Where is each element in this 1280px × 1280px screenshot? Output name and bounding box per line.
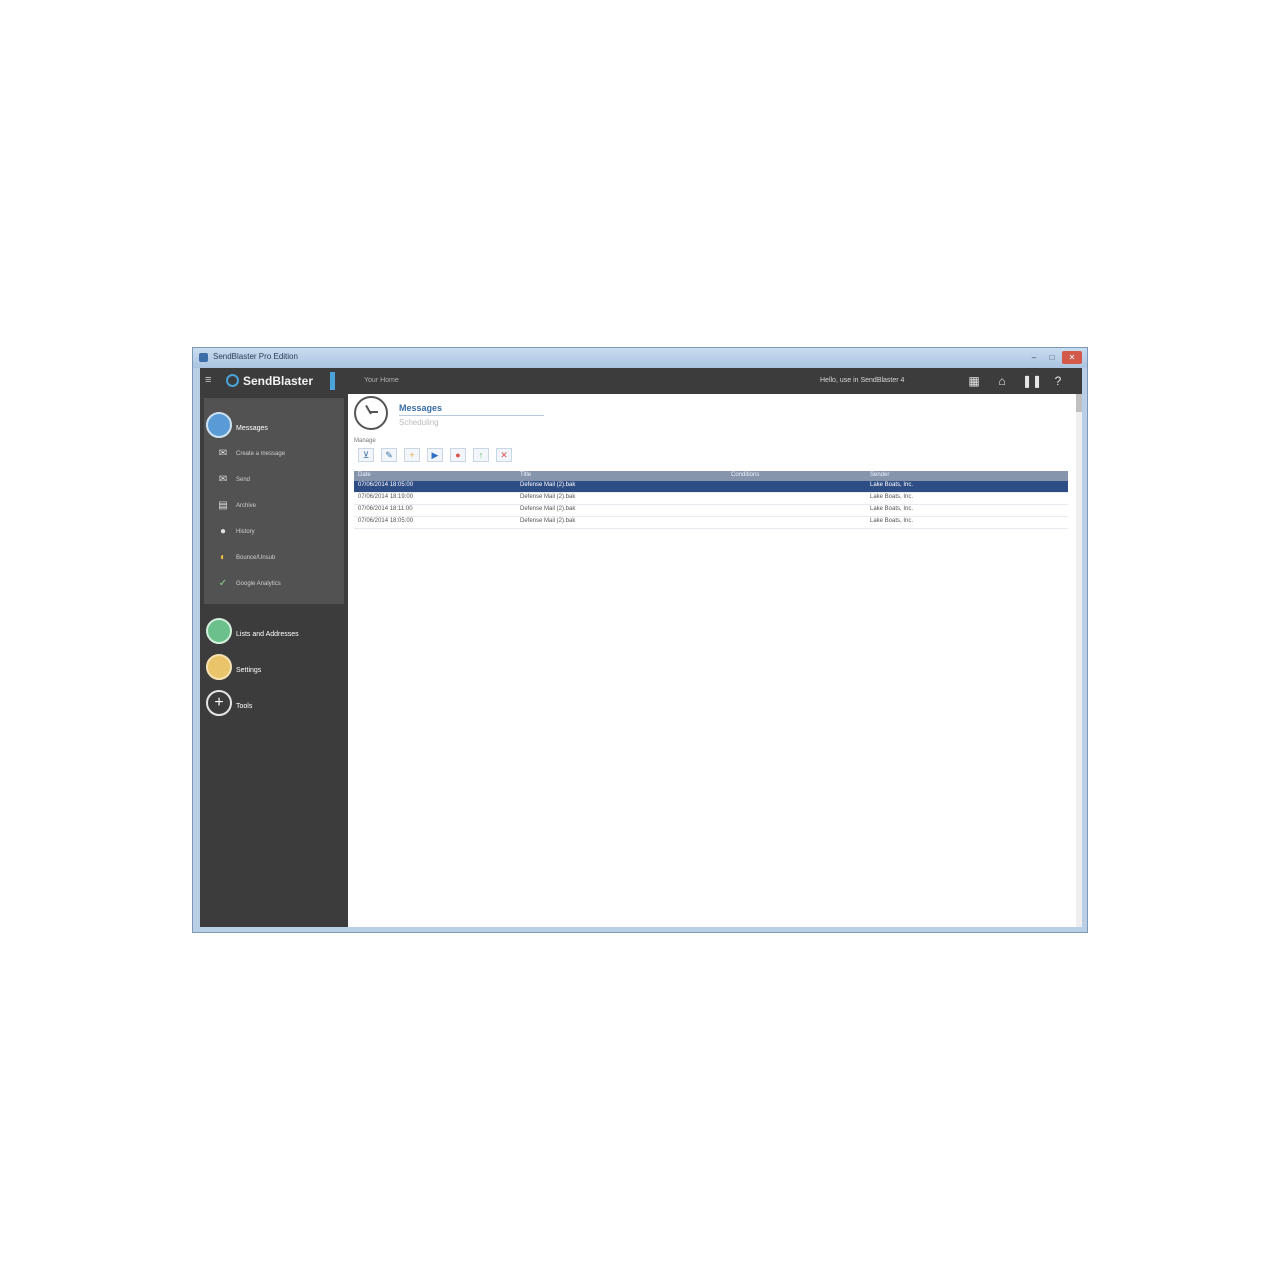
- table-row[interactable]: 07/06/2014 18:19:00 Defense Mail (2).bak…: [354, 493, 1068, 505]
- analytics-icon: ✓: [218, 578, 228, 589]
- schedule-table: Date Title Conditions Sender 07/06/2014 …: [354, 471, 1068, 529]
- toolbar-label: Manage: [354, 438, 376, 444]
- nav-lists-label: Lists and Addresses: [236, 631, 299, 638]
- filter-icon: ⊻: [362, 450, 370, 460]
- lists-icon: [206, 618, 232, 644]
- nav-tools-label: Tools: [236, 703, 253, 710]
- pencil-icon: ✎: [385, 450, 393, 460]
- brand-mark: [330, 372, 335, 390]
- messages-icon: [206, 412, 232, 438]
- col-date[interactable]: Date: [358, 472, 371, 478]
- cell-title: Defense Mail (2).bak: [520, 482, 576, 488]
- user-greeting: Hello, use in SendBlaster 4: [820, 377, 905, 384]
- stop-icon: ●: [455, 450, 461, 460]
- cell-sender: Lake Boats, Inc.: [870, 494, 914, 500]
- history-icon: ●: [219, 526, 227, 537]
- scrollbar-thumb[interactable]: [1076, 394, 1082, 412]
- vertical-scrollbar[interactable]: [1076, 394, 1082, 927]
- stop-button[interactable]: ●: [450, 448, 466, 462]
- home-icon[interactable]: ⌂: [994, 373, 1010, 389]
- col-conditions[interactable]: Conditions: [731, 472, 759, 478]
- window-titlebar: SendBlaster Pro Edition – □ ✕: [193, 348, 1087, 368]
- app-window: SendBlaster Pro Edition – □ ✕ ≡ SendBlas…: [192, 347, 1088, 933]
- title-divider: [399, 415, 544, 416]
- minimize-button[interactable]: –: [1026, 351, 1042, 364]
- start-button[interactable]: ▶: [427, 448, 443, 462]
- nav-bounce-label: Bounce/Unsub: [236, 555, 276, 561]
- filter-button[interactable]: ⊻: [358, 448, 374, 462]
- hamburger-icon[interactable]: ≡: [205, 374, 211, 386]
- archive-icon: ▤: [218, 500, 228, 511]
- close-button[interactable]: ✕: [1062, 351, 1082, 364]
- table-row[interactable]: 07/06/2014 18:05:00 Defense Mail (2).bak…: [354, 517, 1068, 529]
- sidebar: Messages ✉ Create a message ✉ Send ▤ Arc…: [200, 394, 348, 927]
- col-title[interactable]: Title: [520, 472, 531, 478]
- cell-sender: Lake Boats, Inc.: [870, 518, 914, 524]
- table-row[interactable]: 07/06/2014 18:05:00 Defense Mail (2).bak…: [354, 481, 1068, 493]
- brand-name: SendBlaster: [243, 374, 314, 388]
- send-icon: ✉: [218, 474, 228, 485]
- cell-sender: Lake Boats, Inc.: [870, 482, 914, 488]
- cell-title: Defense Mail (2).bak: [520, 518, 576, 524]
- tools-icon: +: [206, 690, 232, 716]
- calendar-icon[interactable]: ▦: [966, 373, 982, 389]
- nav-settings-label: Settings: [236, 667, 262, 674]
- delete-button[interactable]: ✕: [496, 448, 512, 462]
- nav-messages-label: Messages: [236, 425, 268, 432]
- nav-history-label: History: [236, 529, 255, 535]
- top-bar: ≡ SendBlaster Your Home Hello, use in Se…: [200, 368, 1082, 394]
- delete-icon: ✕: [500, 450, 508, 460]
- add-button[interactable]: +: [404, 448, 420, 462]
- nav-analytics-label: Google Analytics: [236, 581, 281, 587]
- bounce-icon: ◐: [219, 552, 227, 563]
- cell-title: Defense Mail (2).bak: [520, 494, 576, 500]
- logo-icon: [226, 374, 239, 387]
- play-icon: ▶: [431, 450, 439, 460]
- cell-date: 07/06/2014 18:19:00: [358, 494, 414, 500]
- table-header: Date Title Conditions Sender: [354, 471, 1068, 481]
- settings-icon: [206, 654, 232, 680]
- plus-icon: +: [409, 450, 415, 460]
- breadcrumb[interactable]: Your Home: [364, 377, 399, 384]
- pause-icon[interactable]: ❚❚: [1022, 373, 1042, 389]
- cell-title: Defense Mail (2).bak: [520, 506, 576, 512]
- cell-date: 07/06/2014 18:11:00: [358, 506, 413, 512]
- window-title: SendBlaster Pro Edition: [213, 352, 298, 361]
- main-panel: Messages Scheduling Manage ⊻ ✎ + ▶ ● ↑ ✕…: [348, 394, 1082, 927]
- col-sender[interactable]: Sender: [870, 472, 889, 478]
- arrow-up-icon: ↑: [478, 450, 484, 460]
- help-icon[interactable]: ?: [1050, 373, 1066, 389]
- cell-date: 07/06/2014 18:05:00: [358, 482, 414, 488]
- move-up-button[interactable]: ↑: [473, 448, 489, 462]
- page-title: Messages: [399, 403, 443, 413]
- app-icon: [199, 353, 208, 362]
- nav-send-label: Send: [236, 477, 251, 483]
- maximize-button[interactable]: □: [1044, 351, 1060, 364]
- clock-icon: [354, 396, 388, 430]
- nav-create-message-label: Create a message: [236, 451, 286, 457]
- table-row[interactable]: 07/06/2014 18:11:00 Defense Mail (2).bak…: [354, 505, 1068, 517]
- cell-sender: Lake Boats, Inc.: [870, 506, 914, 512]
- envelope-icon: ✉: [218, 448, 228, 459]
- nav-archive-label: Archive: [236, 503, 257, 509]
- edit-button[interactable]: ✎: [381, 448, 397, 462]
- page-subtitle: Scheduling: [399, 418, 439, 427]
- window-content: ≡ SendBlaster Your Home Hello, use in Se…: [200, 368, 1082, 927]
- cell-date: 07/06/2014 18:05:00: [358, 518, 414, 524]
